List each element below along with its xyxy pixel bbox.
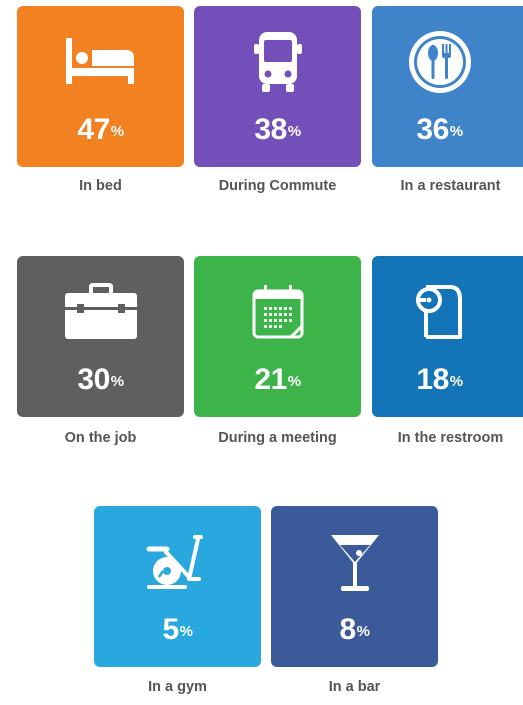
label-during-a-meeting: During a meeting — [218, 430, 337, 446]
calendar-icon — [194, 270, 361, 354]
toilet-paper-icon — [372, 270, 507, 354]
tile-in-the-restroom: 18% — [372, 256, 523, 417]
label-during-commute: During Commute — [218, 178, 337, 194]
cocktail-icon — [271, 520, 438, 604]
exercise-bike-icon — [94, 520, 261, 604]
percentage-in-bed: 47% — [77, 113, 124, 146]
percentage-in-a-bar: 8% — [339, 613, 370, 646]
tile-in-a-gym: 5% — [94, 506, 261, 667]
percentage-during-commute: 38% — [254, 113, 301, 146]
percentage-in-a-gym: 5% — [162, 613, 193, 646]
percentage-in-the-restroom: 18% — [416, 363, 463, 396]
tile-on-the-job: 30% — [17, 256, 184, 417]
label-in-bed: In bed — [79, 178, 122, 194]
label-in-a-restaurant: In a restaurant — [400, 178, 501, 194]
tile-in-a-bar: 8% — [271, 506, 438, 667]
restaurant-icon — [372, 20, 507, 104]
label-in-a-bar: In a bar — [328, 679, 381, 695]
label-on-the-job: On the job — [64, 430, 137, 446]
bus-icon — [194, 20, 361, 104]
tile-during-commute: 38% — [194, 6, 361, 167]
briefcase-icon — [17, 270, 184, 354]
label-in-the-restroom: In the restroom — [397, 430, 504, 446]
percentage-on-the-job: 30% — [77, 363, 124, 396]
label-in-a-gym: In a gym — [148, 679, 207, 695]
percentage-in-a-restaurant: 36% — [416, 113, 463, 146]
percentage-during-a-meeting: 21% — [254, 363, 301, 396]
bed-icon — [17, 20, 184, 104]
tile-in-a-restaurant: 36% — [372, 6, 523, 167]
tile-in-bed: 47% — [17, 6, 184, 167]
tile-during-a-meeting: 21% — [194, 256, 361, 417]
